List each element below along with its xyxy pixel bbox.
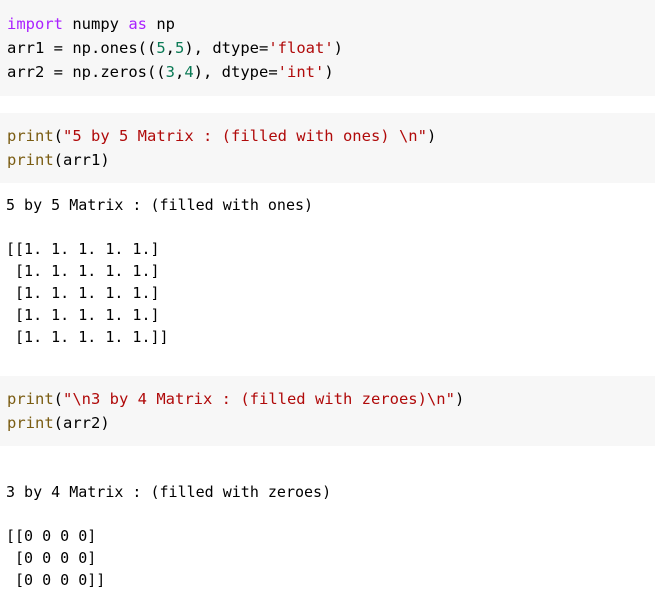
function-print: print [7,127,54,145]
code-line: arr2 = np.zeros((3,4), dtype='int') [7,61,334,83]
code-text: (arr1) [53,151,110,169]
code-text: ) [333,39,344,57]
output-row: [1. 1. 1. 1. 1.]] [6,328,169,346]
output-row: [1. 1. 1. 1. 1.] [6,262,160,280]
code-cell-3[interactable]: print("\n3 by 4 Matrix : (filled with ze… [0,376,655,446]
code-text: ), dtype= [193,63,278,81]
code-line: print(arr1) [7,149,110,171]
code-text: , [165,39,175,57]
code-line: print("5 by 5 Matrix : (filled with ones… [7,125,436,147]
code-text: arr2 = np.zeros(( [7,63,166,81]
code-text: ) [426,127,437,145]
module-name: numpy [63,15,129,33]
number-literal: 4 [184,63,194,81]
code-cell-1[interactable]: import numpy as np arr1 = np.ones((5,5),… [0,0,655,96]
module-alias: np [147,15,175,33]
output-row: [0 0 0 0] [6,549,97,567]
string-literal: 'float' [268,39,334,57]
output-row: [[0 0 0 0] [6,527,97,545]
output-row: [[1. 1. 1. 1. 1.] [6,240,160,258]
function-print: print [7,390,54,408]
code-text: ( [53,390,64,408]
string-literal: 'int' [277,63,325,81]
code-text: ( [53,127,64,145]
number-literal: 3 [165,63,175,81]
function-print: print [7,414,54,432]
code-text: arr1 = np.ones(( [7,39,157,57]
code-text: , [174,63,185,81]
number-literal: 5 [175,39,185,57]
number-literal: 5 [156,39,166,57]
code-cell-2[interactable]: print("5 by 5 Matrix : (filled with ones… [0,113,655,183]
code-line: import numpy as np [7,13,175,35]
string-literal: "\n3 by 4 Matrix : (filled with zeroes)\… [63,390,455,408]
code-text: (arr2) [53,414,110,432]
code-text: ) [324,63,334,81]
string-literal: "5 by 5 Matrix : (filled with ones) \n" [63,127,427,145]
output-row: [1. 1. 1. 1. 1.] [6,284,160,302]
code-text: ), dtype= [184,39,269,57]
code-text: ) [454,390,465,408]
output-heading: 5 by 5 Matrix : (filled with ones) [6,196,314,214]
code-line: print("\n3 by 4 Matrix : (filled with ze… [7,388,464,410]
output-row: [0 0 0 0]] [6,571,106,589]
keyword-as: as [128,15,147,33]
output-row: [1. 1. 1. 1. 1.] [6,306,160,324]
function-print: print [7,151,54,169]
code-line: arr1 = np.ones((5,5), dtype='float') [7,37,343,59]
keyword-import: import [7,15,63,33]
output-heading: 3 by 4 Matrix : (filled with zeroes) [6,483,332,501]
code-line: print(arr2) [7,412,110,434]
